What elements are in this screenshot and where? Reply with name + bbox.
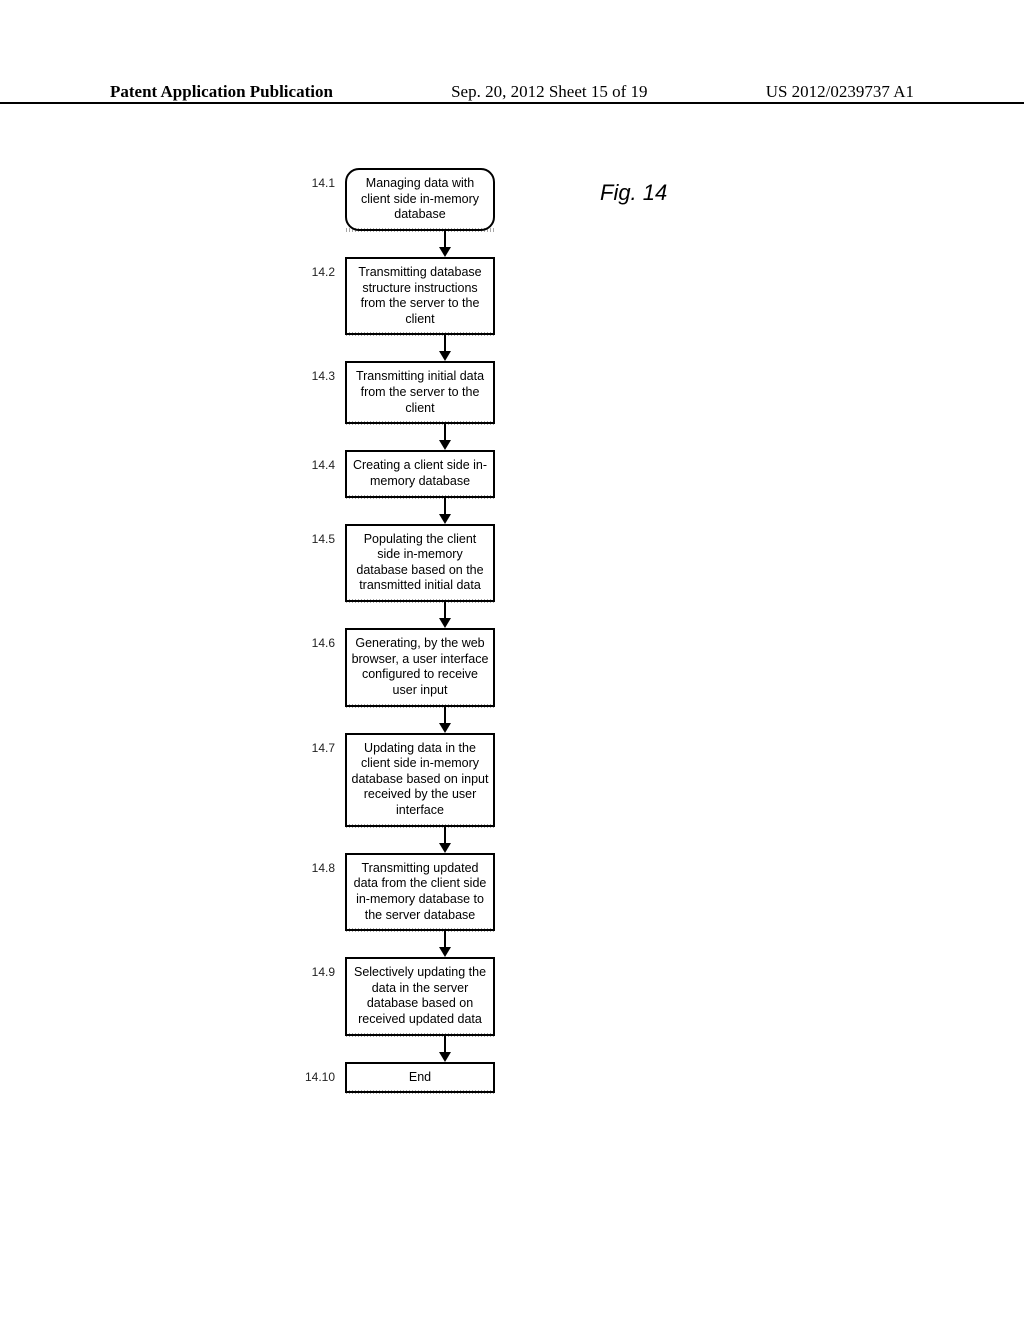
step-number: 14.4 (285, 450, 345, 472)
arrow-down-icon (370, 931, 520, 957)
flowchart: 14.1Managing data with client side in-me… (285, 168, 545, 1093)
arrow-down-icon (370, 231, 520, 257)
step-number: 14.6 (285, 628, 345, 650)
flow-step: 14.8Transmitting updated data from the c… (285, 853, 545, 932)
step-box: Generating, by the web browser, a user i… (345, 628, 495, 707)
step-box: Populating the client side in-memory dat… (345, 524, 495, 603)
step-box: Selectively updating the data in the ser… (345, 957, 495, 1036)
step-number: 14.1 (285, 168, 345, 190)
flow-step: 14.6Generating, by the web browser, a us… (285, 628, 545, 707)
flow-step: 14.9Selectively updating the data in the… (285, 957, 545, 1036)
step-number: 14.9 (285, 957, 345, 979)
step-number: 14.5 (285, 524, 345, 546)
step-number: 14.2 (285, 257, 345, 279)
step-box: Creating a client side in-memory databas… (345, 450, 495, 497)
flow-step: 14.5Populating the client side in-memory… (285, 524, 545, 603)
header-left: Patent Application Publication (110, 82, 333, 102)
step-number: 14.7 (285, 733, 345, 755)
arrow-down-icon (370, 707, 520, 733)
header-right: US 2012/0239737 A1 (766, 82, 914, 102)
figure-title: Fig. 14 (600, 180, 667, 206)
arrow-down-icon (370, 827, 520, 853)
arrow-down-icon (370, 335, 520, 361)
step-box: Transmitting database structure instruct… (345, 257, 495, 336)
header-middle: Sep. 20, 2012 Sheet 15 of 19 (451, 82, 647, 102)
flow-step: 14.2Transmitting database structure inst… (285, 257, 545, 336)
arrow-down-icon (370, 424, 520, 450)
step-box: Updating data in the client side in-memo… (345, 733, 495, 827)
arrow-down-icon (370, 498, 520, 524)
step-box: End (345, 1062, 495, 1094)
arrow-down-icon (370, 1036, 520, 1062)
step-box: Managing data with client side in-memory… (345, 168, 495, 231)
step-number: 14.3 (285, 361, 345, 383)
step-number: 14.10 (285, 1062, 345, 1084)
flow-step: 14.1Managing data with client side in-me… (285, 168, 545, 231)
arrow-down-icon (370, 602, 520, 628)
step-box: Transmitting initial data from the serve… (345, 361, 495, 424)
flow-step: 14.3Transmitting initial data from the s… (285, 361, 545, 424)
flow-step: 14.7Updating data in the client side in-… (285, 733, 545, 827)
flow-step: 14.10End (285, 1062, 545, 1094)
page-header: Patent Application Publication Sep. 20, … (0, 82, 1024, 104)
step-box: Transmitting updated data from the clien… (345, 853, 495, 932)
flow-step: 14.4Creating a client side in-memory dat… (285, 450, 545, 497)
step-number: 14.8 (285, 853, 345, 875)
